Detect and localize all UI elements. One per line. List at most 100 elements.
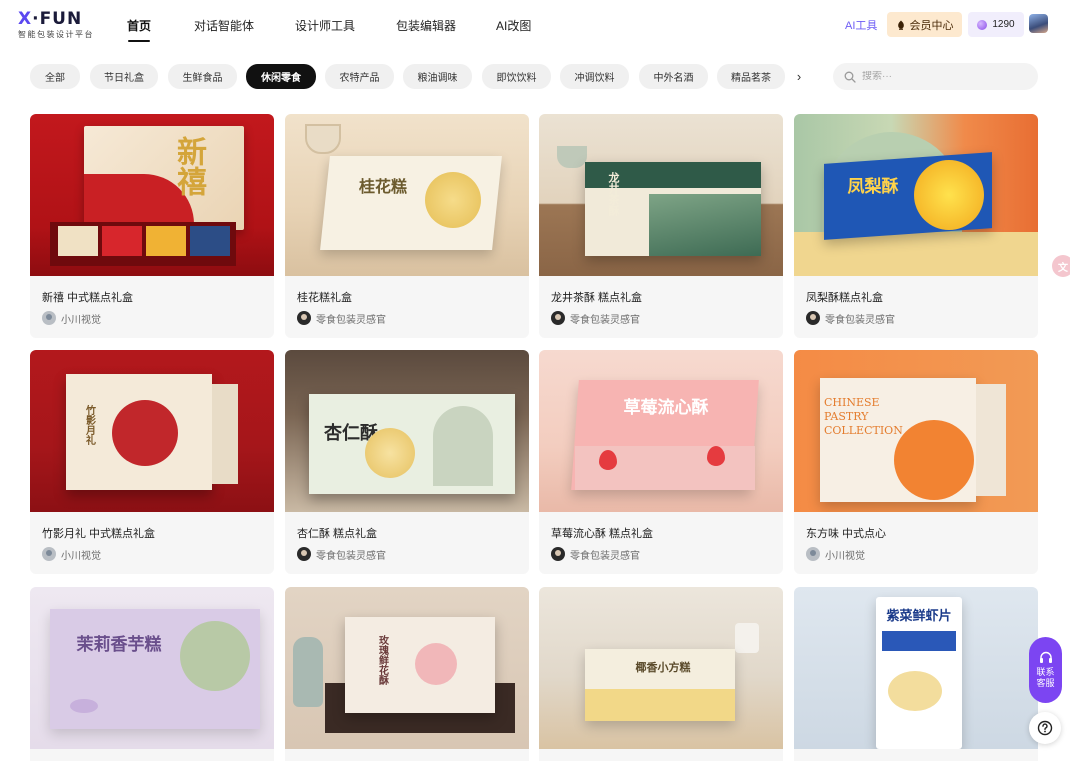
category-chip[interactable]: 生鲜食品 bbox=[168, 64, 237, 89]
box-print-text: 竹影月礼 bbox=[83, 405, 95, 445]
author-avatar bbox=[551, 547, 565, 561]
card-image: 草莓流心酥 bbox=[539, 350, 783, 512]
category-chip[interactable]: 冲调饮料 bbox=[560, 64, 629, 89]
author-avatar bbox=[42, 311, 56, 325]
customer-service-button[interactable]: 联系客服 bbox=[1029, 637, 1062, 703]
logo-main: X·FUN bbox=[18, 9, 83, 29]
card-author: 小川视觉 bbox=[42, 311, 101, 326]
author-name: 小川视觉 bbox=[825, 550, 865, 562]
author-name: 零食包装灵感官 bbox=[570, 314, 640, 326]
card-author: 零食包装灵感官 bbox=[297, 547, 386, 562]
customer-service-label: 联系客服 bbox=[1036, 667, 1055, 688]
card-author: 零食包装灵感官 bbox=[297, 311, 386, 326]
author-name: 零食包装灵感官 bbox=[316, 314, 386, 326]
design-card[interactable]: 杏仁酥 杏仁酥 糕点礼盒 零食包装灵感官 bbox=[285, 350, 529, 574]
search-icon bbox=[844, 71, 856, 83]
nav-home[interactable]: 首页 bbox=[127, 17, 151, 42]
author-name: 零食包装灵感官 bbox=[316, 550, 386, 562]
search-input[interactable] bbox=[862, 71, 1022, 82]
author-avatar bbox=[806, 547, 820, 561]
card-author: 零食包装灵感官 bbox=[806, 311, 895, 326]
card-title: 桂花糕礼盒 bbox=[297, 292, 352, 304]
card-image: 椰香小方糕 bbox=[539, 587, 783, 749]
category-chip[interactable]: 粮油调味 bbox=[403, 64, 472, 89]
category-chip[interactable]: 节日礼盒 bbox=[90, 64, 158, 89]
chevron-right-icon[interactable]: › bbox=[788, 64, 810, 89]
card-image: 桂花糕 bbox=[285, 114, 529, 276]
box-print-text: 凤梨酥 bbox=[847, 176, 899, 197]
headset-icon bbox=[1039, 651, 1052, 663]
vip-center-button[interactable]: 会员中心 bbox=[887, 12, 962, 37]
card-image: 凤梨酥 bbox=[794, 114, 1038, 276]
card-image: 玫瑰鲜花酥 bbox=[285, 587, 529, 749]
category-chip[interactable]: 中外名酒 bbox=[639, 64, 708, 89]
card-title: 新禧 中式糕点礼盒 bbox=[42, 292, 134, 304]
author-avatar bbox=[551, 311, 565, 325]
search-box[interactable] bbox=[833, 63, 1038, 90]
card-title: 凤梨酥糕点礼盒 bbox=[806, 292, 883, 304]
design-card[interactable]: 桂花糕 桂花糕礼盒 零食包装灵感官 bbox=[285, 114, 529, 338]
card-image: 茉莉香芋糕 bbox=[30, 587, 274, 749]
card-image: 竹影月礼 bbox=[30, 350, 274, 512]
box-print-text: CHINESE PASTRY COLLECTION bbox=[824, 396, 903, 437]
author-avatar bbox=[297, 547, 311, 561]
logo-subtitle: 智能包装设计平台 bbox=[18, 30, 94, 39]
box-print-text: 玫瑰鲜花酥 bbox=[376, 635, 388, 685]
category-chip[interactable]: 全部 bbox=[30, 64, 80, 89]
category-chip[interactable]: 即饮饮料 bbox=[482, 64, 551, 89]
author-avatar bbox=[42, 547, 56, 561]
ai-tools-link[interactable]: AI工具 bbox=[845, 17, 877, 33]
card-image: 新禧 bbox=[30, 114, 274, 276]
help-button[interactable] bbox=[1029, 712, 1061, 744]
design-card[interactable]: CHINESE PASTRY COLLECTION 东方味 中式点心 小川视觉 bbox=[794, 350, 1038, 574]
box-print-text: 茉莉香芋糕 bbox=[76, 634, 162, 655]
author-avatar bbox=[806, 311, 820, 325]
card-title: 杏仁酥 糕点礼盒 bbox=[297, 528, 378, 540]
category-chip[interactable]: 精品茗茶 bbox=[717, 64, 785, 89]
user-avatar[interactable] bbox=[1029, 14, 1048, 33]
design-card[interactable]: 草莓流心酥 草莓流心酥 糕点礼盒 零食包装灵感官 bbox=[539, 350, 783, 574]
nav-chat-agent[interactable]: 对话智能体 bbox=[194, 17, 254, 34]
card-image: 杏仁酥 bbox=[285, 350, 529, 512]
box-print-text: 新禧 bbox=[171, 136, 206, 196]
card-image: 龙井茶酥 bbox=[539, 114, 783, 276]
nav-package-editor[interactable]: 包装编辑器 bbox=[396, 17, 456, 34]
crown-icon bbox=[897, 20, 904, 30]
card-author: 零食包装灵感官 bbox=[551, 311, 640, 326]
design-card[interactable]: 茉莉香芋糕 bbox=[30, 587, 274, 761]
card-image: 紫菜鲜虾片 bbox=[794, 587, 1038, 749]
points-balance[interactable]: 1290 bbox=[968, 12, 1024, 37]
design-card[interactable]: 新禧 新禧 中式糕点礼盒 小川视觉 bbox=[30, 114, 274, 338]
design-card[interactable]: 玫瑰鲜花酥 bbox=[285, 587, 529, 761]
nav-ai-edit[interactable]: AI改图 bbox=[496, 17, 531, 34]
points-value: 1290 bbox=[992, 19, 1015, 30]
nav-designer-tools[interactable]: 设计师工具 bbox=[295, 17, 355, 34]
card-title: 龙井茶酥 糕点礼盒 bbox=[551, 292, 643, 304]
design-card[interactable]: 龙井茶酥 龙井茶酥 糕点礼盒 零食包装灵感官 bbox=[539, 114, 783, 338]
author-name: 小川视觉 bbox=[61, 550, 101, 562]
category-chip-active[interactable]: 休闲零食 bbox=[246, 64, 316, 89]
design-card[interactable]: 竹影月礼 竹影月礼 中式糕点礼盒 小川视觉 bbox=[30, 350, 274, 574]
gem-icon bbox=[977, 19, 988, 30]
card-author: 零食包装灵感官 bbox=[551, 547, 640, 562]
design-card[interactable]: 椰香小方糕 bbox=[539, 587, 783, 761]
box-print-text: 草莓流心酥 bbox=[623, 397, 709, 418]
top-header: X·FUN 智能包装设计平台 首页 对话智能体 设计师工具 包装编辑器 AI改图… bbox=[0, 0, 1070, 52]
vip-center-label: 会员中心 bbox=[909, 19, 954, 32]
translate-icon[interactable]: 文 bbox=[1052, 255, 1070, 277]
box-print-text: 桂花糕 bbox=[358, 177, 407, 196]
card-image: CHINESE PASTRY COLLECTION bbox=[794, 350, 1038, 512]
card-title: 草莓流心酥 糕点礼盒 bbox=[551, 528, 654, 540]
design-card[interactable]: 凤梨酥 凤梨酥糕点礼盒 零食包装灵感官 bbox=[794, 114, 1038, 338]
card-author: 小川视觉 bbox=[806, 547, 865, 562]
author-name: 小川视觉 bbox=[61, 314, 101, 326]
design-card[interactable]: 紫菜鲜虾片 bbox=[794, 587, 1038, 761]
box-print-text: 龙井茶酥 bbox=[607, 172, 620, 216]
box-print-text: 椰香小方糕 bbox=[635, 661, 691, 674]
question-icon bbox=[1037, 720, 1053, 736]
category-chip[interactable]: 农特产品 bbox=[325, 64, 394, 89]
author-name: 零食包装灵感官 bbox=[825, 314, 895, 326]
author-avatar bbox=[297, 311, 311, 325]
logo[interactable]: X·FUN 智能包装设计平台 bbox=[18, 10, 96, 42]
author-name: 零食包装灵感官 bbox=[570, 550, 640, 562]
